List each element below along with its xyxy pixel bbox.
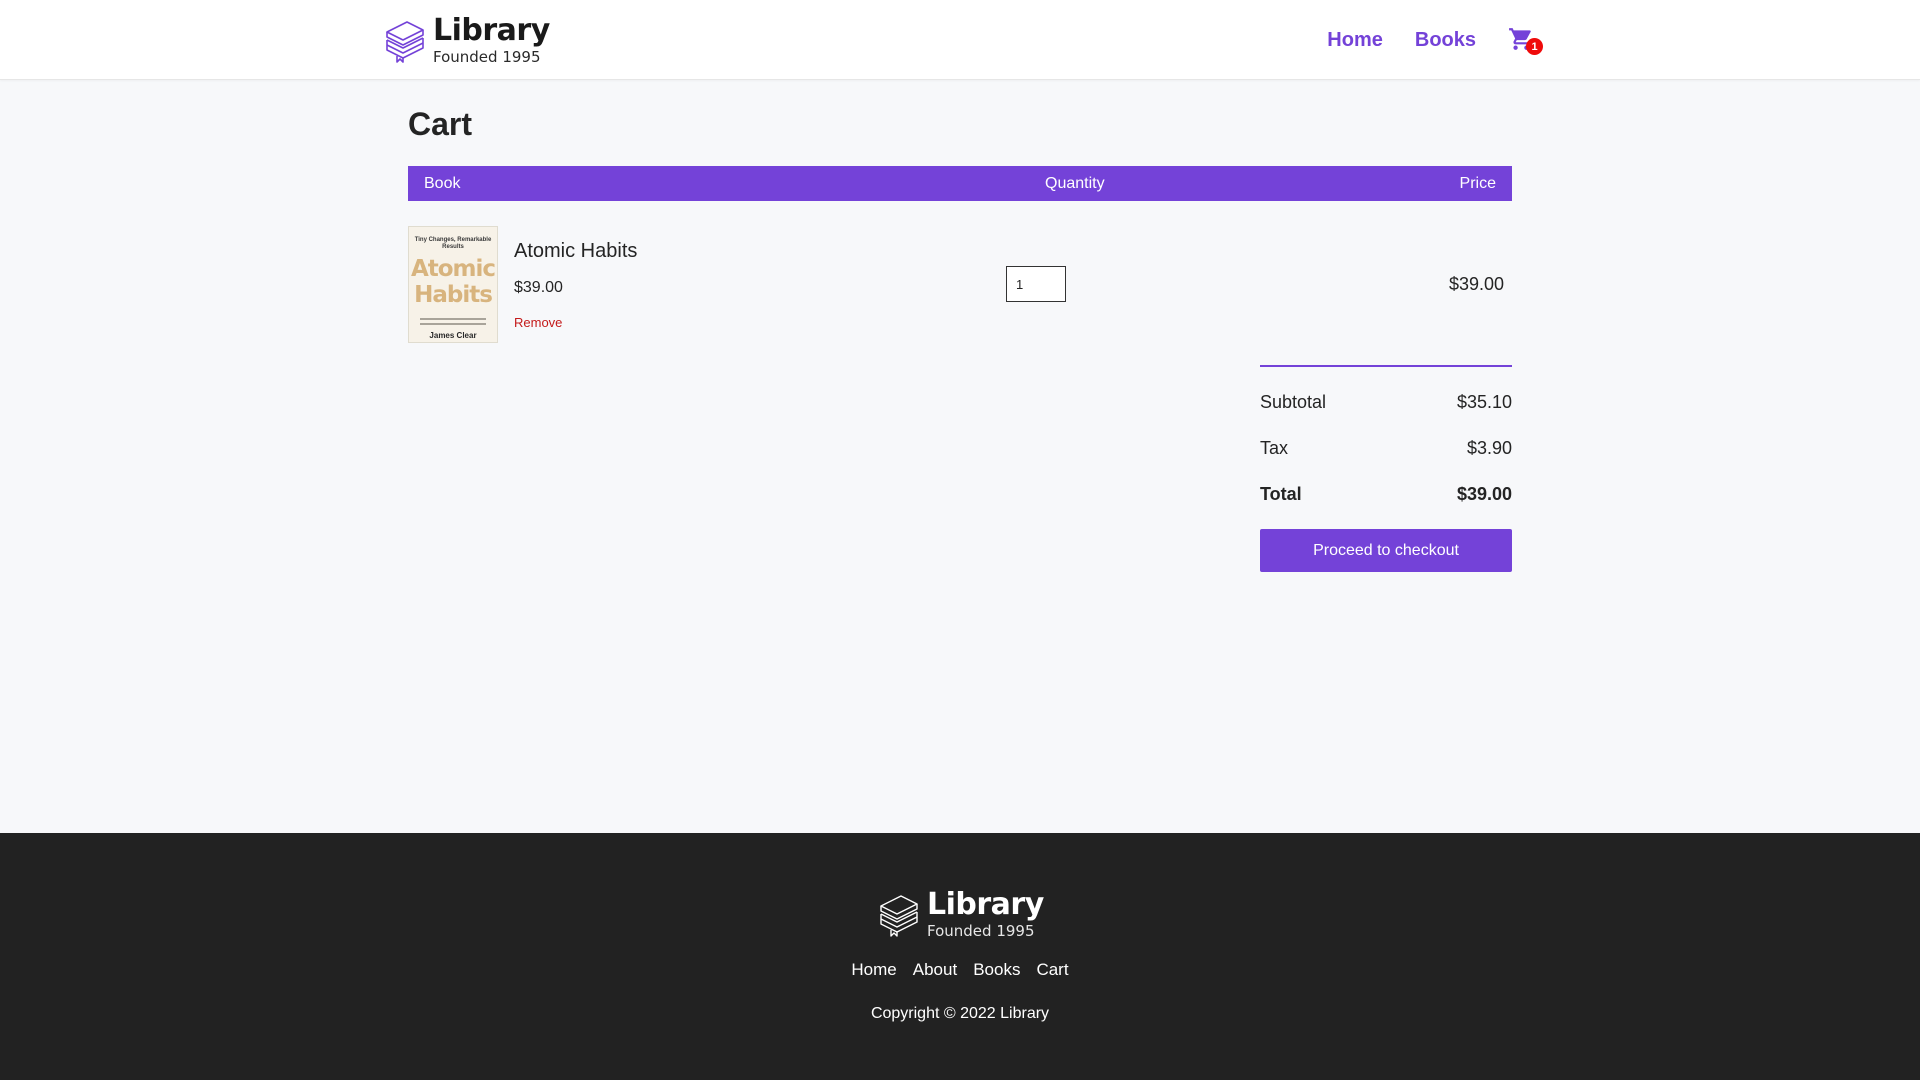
header-nav: Home Books 1 (1295, 0, 1543, 80)
line-item-price: $39.00 (1448, 274, 1504, 294)
cart-page: Cart Book Quantity Price Tiny Changes, R… (408, 80, 1512, 572)
tax-row: Tax $3.90 (1260, 425, 1512, 471)
column-header-quantity: Quantity (1045, 174, 1105, 192)
remove-item-button[interactable]: Remove (514, 315, 562, 330)
cart-count-badge: 1 (1526, 38, 1543, 55)
cover-title: Atomic Habits (410, 256, 496, 308)
quantity-input[interactable] (1006, 266, 1066, 302)
page-title: Cart (408, 106, 473, 142)
subtotal-label: Subtotal (1260, 391, 1327, 412)
logo-text: Library Founded 1995 (433, 12, 550, 66)
header-logo-link[interactable]: Library Founded 1995 (383, 9, 550, 71)
total-label: Total (1260, 483, 1302, 504)
copyright-text: Copyright © 2022 Library (870, 1005, 1050, 1022)
logo-tagline: Founded 1995 (433, 47, 541, 66)
column-header-book: Book (424, 174, 461, 192)
footer-link-books[interactable]: Books (973, 960, 1020, 980)
stacked-books-logo-icon (386, 21, 424, 63)
cover-tagline: Tiny Changes, Remarkable Results (414, 237, 492, 250)
nav-home-link[interactable]: Home (1327, 29, 1383, 52)
tax-label: Tax (1260, 437, 1289, 458)
stacked-books-logo-icon (880, 895, 918, 937)
footer-logo-link[interactable]: Library Founded 1995 (877, 884, 1044, 944)
column-header-price: Price (1459, 174, 1496, 192)
subtotal-row: Subtotal $35.10 (1260, 379, 1512, 425)
total-value: $39.00 (1456, 483, 1512, 504)
cart-table-header: Book Quantity Price (408, 166, 1512, 201)
proceed-to-checkout-button[interactable]: Proceed to checkout (1260, 529, 1512, 572)
nav-books-link[interactable]: Books (1415, 29, 1476, 52)
nav-cart-link[interactable]: 1 (1508, 26, 1543, 55)
book-unit-price: $39.00 (514, 279, 563, 296)
footer-nav: Home About Books Cart (0, 960, 1920, 980)
cover-title-line-2: Habits (414, 282, 493, 308)
cover-title-line-1: Atomic (410, 256, 496, 282)
footer-logo-tagline: Founded 1995 (927, 921, 1035, 940)
order-summary: Subtotal $35.10 Tax $3.90 Total $39.00 P… (1260, 365, 1512, 572)
book-title[interactable]: Atomic Habits (514, 240, 637, 263)
book-cover-image[interactable]: Tiny Changes, Remarkable Results Atomic … (408, 226, 498, 343)
footer-link-cart[interactable]: Cart (1036, 960, 1068, 980)
tax-value: $3.90 (1466, 437, 1512, 458)
footer-logo-title: Library (927, 886, 1044, 922)
total-row: Total $39.00 (1260, 471, 1512, 517)
footer-link-home[interactable]: Home (851, 960, 896, 980)
site-header: Library Founded 1995 Home Books 1 (0, 0, 1920, 80)
footer-link-about[interactable]: About (913, 960, 957, 980)
footer-logo-text: Library Founded 1995 (927, 886, 1044, 940)
subtotal-value: $35.10 (1456, 391, 1512, 412)
site-footer: Library Founded 1995 Home About Books Ca… (0, 833, 1920, 1080)
cover-author: James Clear (429, 331, 477, 340)
logo-title: Library (433, 12, 550, 48)
cart-item-row: Tiny Changes, Remarkable Results Atomic … (408, 226, 1512, 343)
cover-subtitle-lines (420, 315, 486, 328)
